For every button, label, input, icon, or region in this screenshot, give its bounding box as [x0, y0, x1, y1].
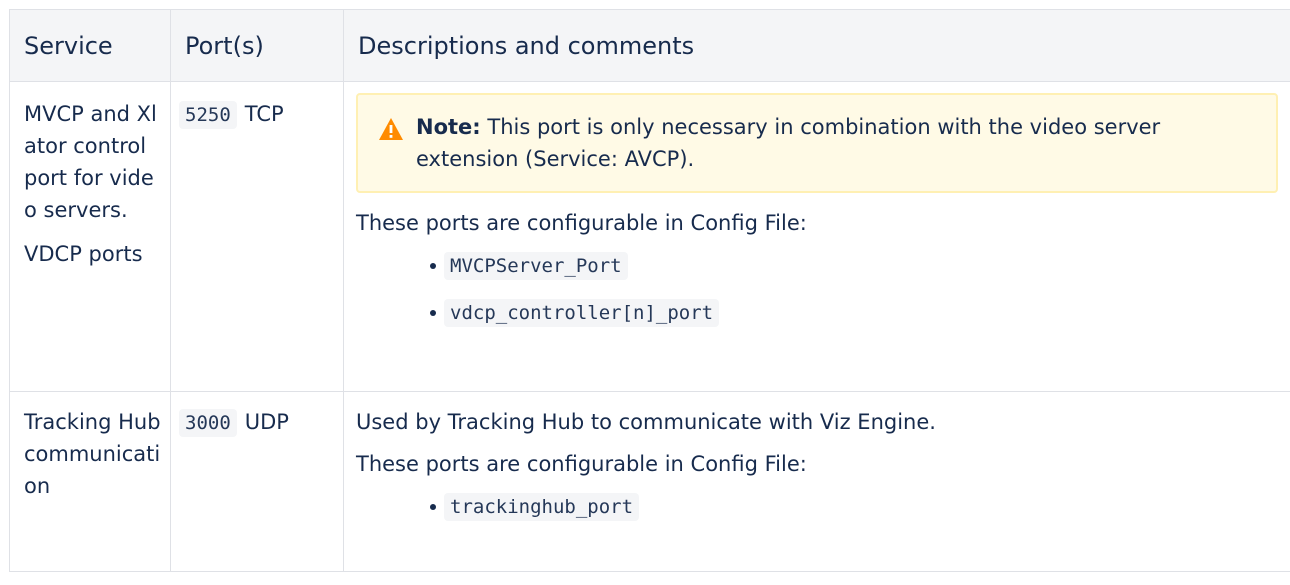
service-name: VDCP ports: [24, 242, 143, 266]
header-service: Service: [9, 9, 171, 82]
config-key: trackinghub_port: [444, 493, 640, 521]
page: Service Port(s) Descriptions and comment…: [0, 0, 1290, 585]
config-key: vdcp_controller[n]_port: [444, 299, 720, 327]
table-row: MVCP and Xlator control port for video s…: [9, 81, 1290, 392]
list-item: trackinghub_port: [430, 490, 1290, 523]
service-name: Tracking Hub communication: [24, 410, 161, 498]
note-panel: Note: This port is only necessary in com…: [356, 93, 1278, 193]
list-item: vdcp_controller[n]_port: [430, 296, 1290, 329]
header-description: Descriptions and comments: [343, 9, 1290, 82]
description-intro: Used by Tracking Hub to communicate with…: [356, 410, 936, 434]
header-ports: Port(s): [170, 9, 344, 82]
list-item: MVCPServer_Port: [430, 249, 1290, 282]
table-header-row: Service Port(s) Descriptions and comment…: [9, 9, 1290, 82]
port-protocol: TCP: [244, 102, 284, 126]
port-protocol: UDP: [244, 410, 289, 434]
service-cell: MVCP and Xlator control port for video s…: [9, 81, 171, 392]
warning-triangle-icon: [379, 118, 403, 140]
description-cell: Note: This port is only necessary in com…: [343, 81, 1290, 392]
service-name: MVCP and Xlator control port for video s…: [24, 102, 157, 222]
config-key-list: trackinghub_port: [356, 490, 1290, 523]
port-cell: 3000 UDP: [170, 391, 344, 572]
description-text: These ports are configurable in Config F…: [356, 211, 807, 235]
port-cell: 5250 TCP: [170, 81, 344, 392]
port-number: 3000: [179, 409, 237, 437]
description-text: These ports are configurable in Config F…: [356, 452, 807, 476]
ports-table: Service Port(s) Descriptions and comment…: [9, 9, 1290, 572]
description-cell: Used by Tracking Hub to communicate with…: [343, 391, 1290, 572]
table-row: Tracking Hub communication 3000 UDP Used …: [9, 391, 1290, 572]
config-key: MVCPServer_Port: [444, 252, 628, 280]
service-cell: Tracking Hub communication: [9, 391, 171, 572]
note-label: Note:: [416, 115, 481, 139]
config-key-list: MVCPServer_Port vdcp_controller[n]_port: [356, 249, 1290, 329]
note-text: This port is only necessary in combinati…: [416, 115, 1161, 171]
port-number: 5250: [179, 101, 237, 129]
